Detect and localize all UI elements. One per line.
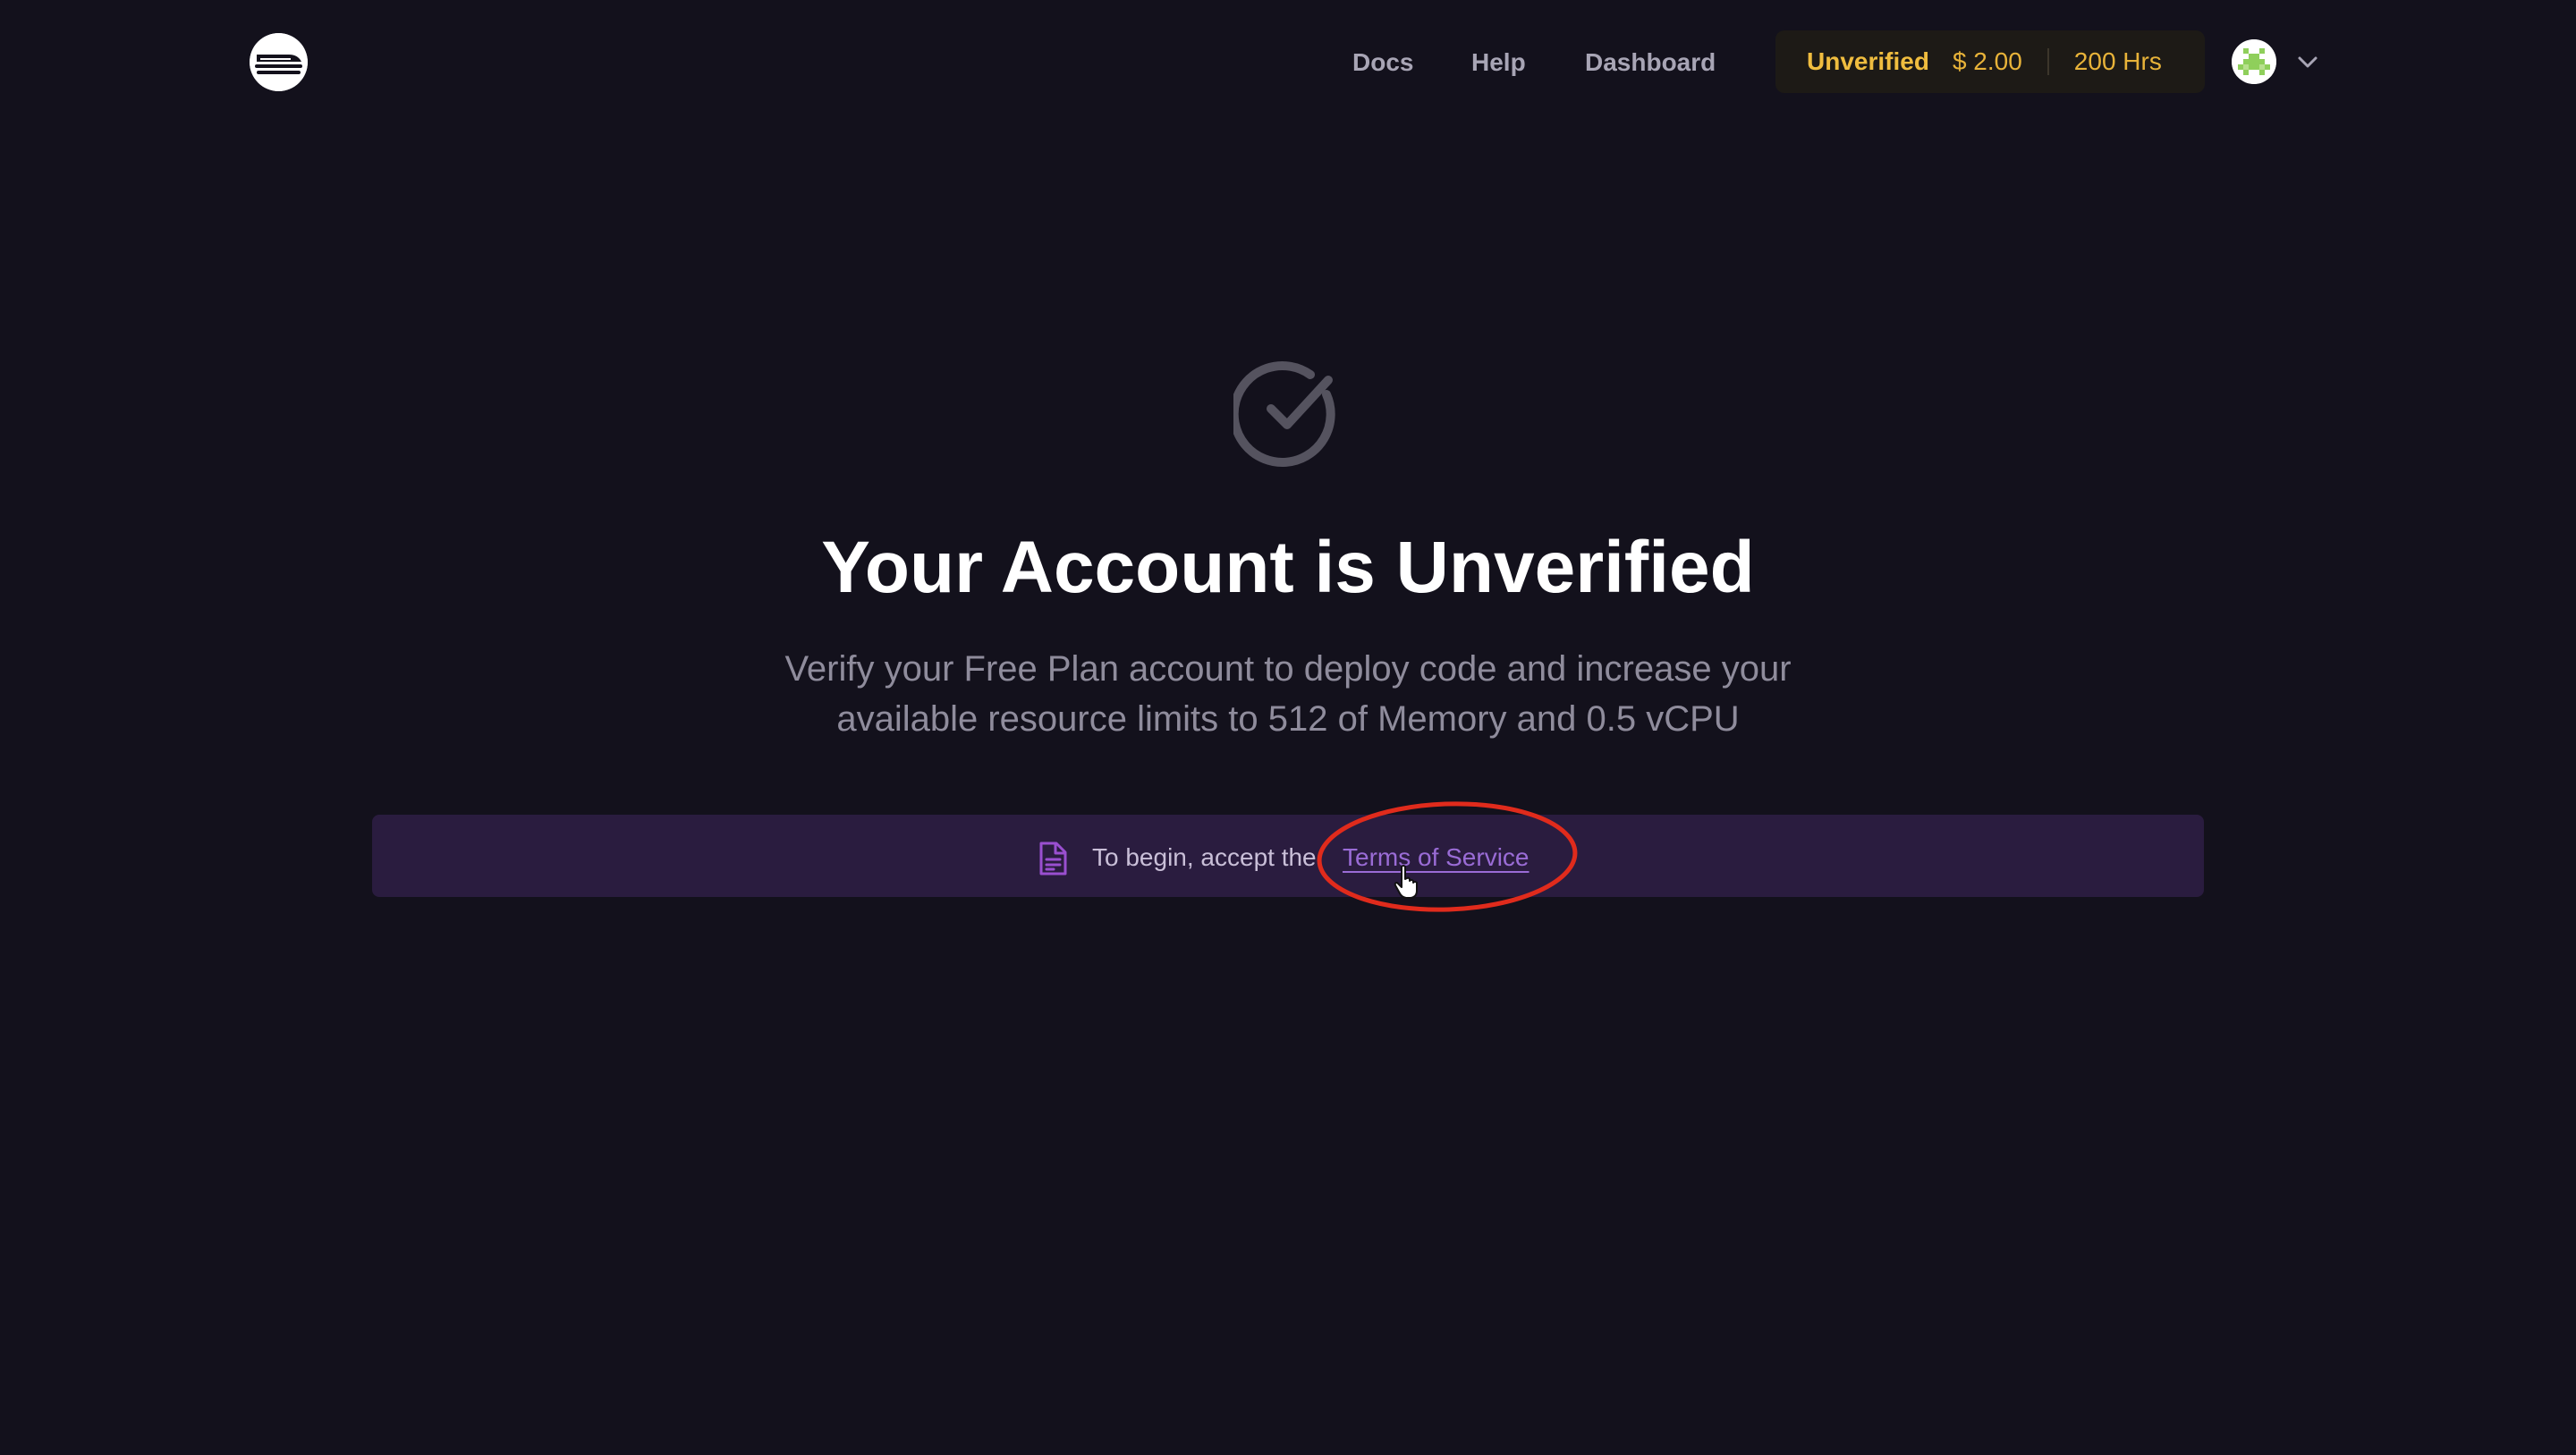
subtitle-line: Verify your Free Plan account to deploy … bbox=[784, 649, 1792, 689]
page: Docs Help Dashboard Unverified $ 2.00 20… bbox=[0, 0, 2576, 1455]
account-status-badge: Unverified bbox=[1807, 47, 1929, 75]
nav-help-link[interactable]: Help bbox=[1471, 47, 1526, 79]
pixel-avatar-icon[interactable] bbox=[2232, 39, 2276, 84]
nav-dashboard-link[interactable]: Dashboard bbox=[1585, 47, 1716, 79]
page-title: Your Account is Unverified bbox=[821, 527, 1755, 608]
page-subtitle: Verify your Free Plan account to deploy … bbox=[662, 644, 1914, 744]
document-icon bbox=[1038, 841, 1068, 876]
nav-docs-link[interactable]: Docs bbox=[1352, 47, 1413, 79]
terms-of-service-link[interactable]: Terms of Service bbox=[1343, 842, 1530, 874]
chevron-down-icon[interactable] bbox=[2295, 49, 2320, 74]
subtitle-line: available resource limits to 512 of Memo… bbox=[836, 699, 1740, 739]
credit-balance: $ 2.00 bbox=[1952, 47, 2022, 75]
check-circle-icon bbox=[1229, 359, 1343, 468]
usage-summary-button[interactable]: Unverified $ 2.00 200 Hrs bbox=[1775, 30, 2205, 93]
execution-hours: 200 Hrs bbox=[2073, 47, 2162, 75]
railway-logo-icon[interactable] bbox=[250, 33, 308, 91]
notice-text: To begin, accept the bbox=[1092, 843, 1317, 871]
usage-divider bbox=[2046, 48, 2049, 75]
